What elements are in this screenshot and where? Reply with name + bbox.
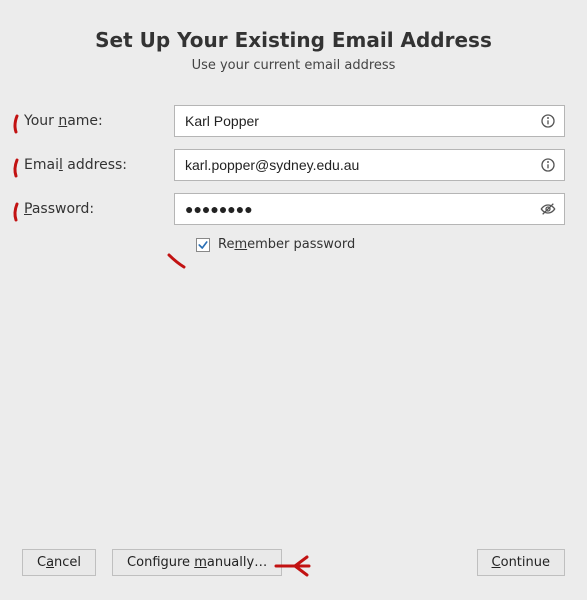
info-icon[interactable] <box>539 112 557 130</box>
password-input[interactable] <box>174 193 565 225</box>
annotation-mark <box>166 252 188 270</box>
name-input-wrap <box>174 105 565 137</box>
show-password-icon[interactable] <box>539 200 557 218</box>
name-input[interactable] <box>174 105 565 137</box>
name-row: Your name: <box>22 105 565 137</box>
form-area: Your name: Email address: Pass <box>0 105 587 252</box>
password-input-wrap <box>174 193 565 225</box>
continue-button[interactable]: Continue <box>477 549 565 576</box>
cancel-button[interactable]: Cancel <box>22 549 96 576</box>
button-bar: Cancel Configure manually… Continue <box>0 549 587 576</box>
email-label: Email address: <box>22 157 174 173</box>
remember-row: Remember password <box>196 237 565 252</box>
name-label: Your name: <box>22 113 174 129</box>
password-label: Password: <box>22 201 174 217</box>
remember-checkbox[interactable] <box>196 238 210 252</box>
email-input-wrap <box>174 149 565 181</box>
configure-manually-button[interactable]: Configure manually… <box>112 549 282 576</box>
email-row: Email address: <box>22 149 565 181</box>
dialog-title: Set Up Your Existing Email Address <box>0 28 587 52</box>
email-input[interactable] <box>174 149 565 181</box>
info-icon[interactable] <box>539 156 557 174</box>
dialog-header: Set Up Your Existing Email Address Use y… <box>0 0 587 73</box>
remember-label: Remember password <box>218 237 355 252</box>
email-setup-dialog: Set Up Your Existing Email Address Use y… <box>0 0 587 600</box>
password-row: Password: <box>22 193 565 225</box>
dialog-subtitle: Use your current email address <box>0 58 587 73</box>
